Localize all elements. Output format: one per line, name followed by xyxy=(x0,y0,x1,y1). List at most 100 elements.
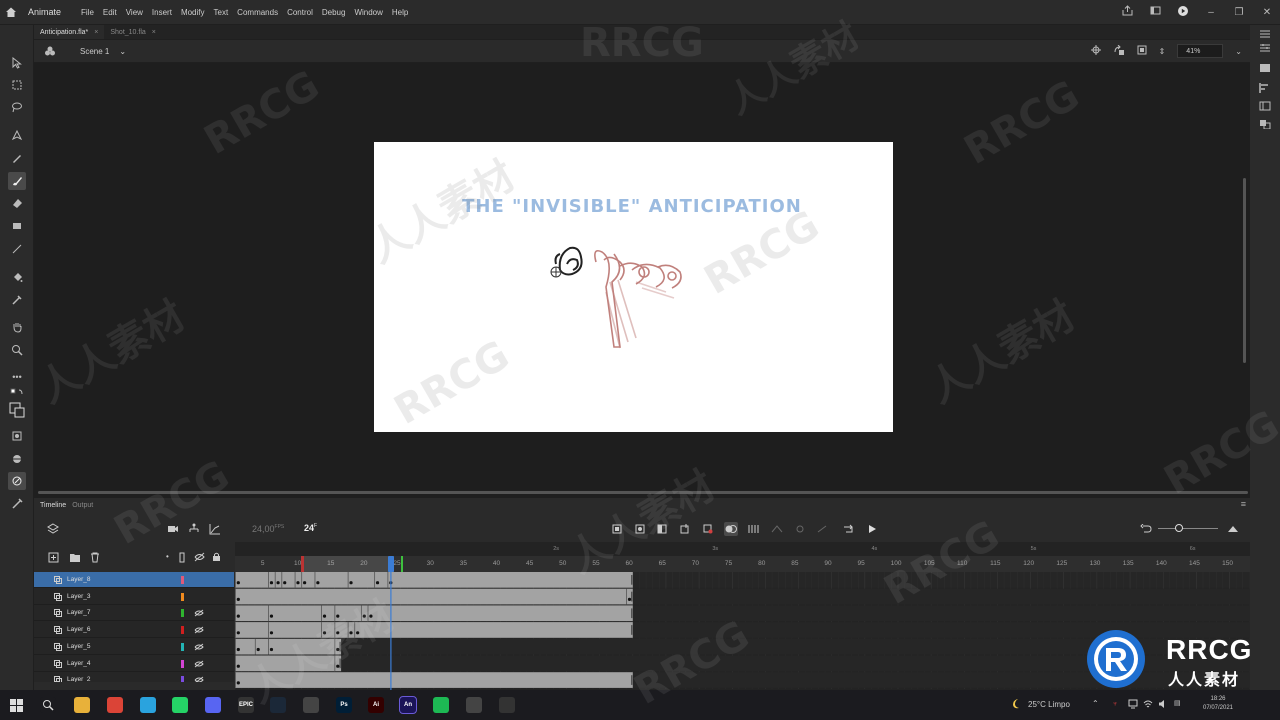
taskbar-clock[interactable]: 18:26 07/07/2021 xyxy=(1198,695,1238,713)
transform-panel-icon[interactable] xyxy=(1259,119,1271,129)
volume-icon[interactable] xyxy=(1158,699,1168,711)
keyframe[interactable] xyxy=(269,614,274,618)
center-stage-icon[interactable] xyxy=(1090,45,1101,57)
menu-view[interactable]: View xyxy=(126,8,143,17)
layer-row[interactable]: Layer_7 xyxy=(34,605,234,622)
keyframe[interactable] xyxy=(362,614,366,618)
layer-row[interactable]: Layer_5 xyxy=(34,639,234,655)
eraser-tool-icon[interactable] xyxy=(8,194,26,212)
panel-menu-icon[interactable]: ≡ xyxy=(1241,499,1246,509)
horizontal-scrollbar[interactable] xyxy=(38,491,1248,494)
menu-commands[interactable]: Commands xyxy=(237,8,278,17)
layer-name[interactable]: Layer_2 xyxy=(67,676,91,682)
krita-icon[interactable] xyxy=(466,697,482,713)
layer-name[interactable]: Layer_3 xyxy=(67,593,91,600)
keyframe[interactable] xyxy=(375,581,380,585)
display-icon[interactable] xyxy=(1128,699,1138,711)
frame-span[interactable] xyxy=(235,572,633,588)
keyframe[interactable] xyxy=(322,614,327,618)
layer-color-swatch[interactable] xyxy=(181,659,184,668)
pencil-tool-icon[interactable] xyxy=(8,149,26,167)
keyframe[interactable] xyxy=(296,581,300,585)
obs-icon[interactable] xyxy=(499,697,515,713)
line-tool-icon[interactable] xyxy=(8,240,26,258)
keyframe[interactable] xyxy=(336,614,340,618)
align-panel-icon[interactable] xyxy=(1259,83,1271,93)
shape-tween-icon[interactable] xyxy=(815,522,829,536)
close-icon[interactable]: × xyxy=(94,29,98,36)
onion-skin-start-marker[interactable] xyxy=(301,556,305,572)
edit-multiple-frames-icon[interactable] xyxy=(747,522,761,536)
layer-color-swatch[interactable] xyxy=(181,592,184,601)
layer-name[interactable]: Layer_7 xyxy=(67,609,91,616)
onion-skin-range[interactable] xyxy=(301,556,395,572)
keyframe[interactable] xyxy=(336,647,340,652)
keyframe[interactable] xyxy=(336,664,340,668)
menu-control[interactable]: Control xyxy=(287,8,313,17)
layer-color-swatch[interactable] xyxy=(181,576,184,584)
library-panel-icon[interactable] xyxy=(1259,43,1271,53)
animate-icon[interactable]: An xyxy=(399,696,417,714)
pen-tool-icon[interactable] xyxy=(8,126,26,144)
frame-ruler[interactable]: 5 10 15 20 25 30 35 40 45 50 55 60 65 70 75 80 85 90 95 100… xyxy=(235,546,1250,572)
assets-panel-icon[interactable] xyxy=(1259,101,1271,111)
restore-button[interactable]: ❐ xyxy=(1232,7,1246,18)
playhead-line[interactable] xyxy=(390,572,392,690)
keyframe[interactable] xyxy=(349,631,353,635)
keyframe[interactable] xyxy=(236,631,240,635)
layer-color-swatch[interactable] xyxy=(181,676,184,682)
keyframe[interactable] xyxy=(236,581,240,585)
frame-span[interactable] xyxy=(235,655,342,672)
illustrator-icon[interactable]: Ai xyxy=(368,697,384,713)
keyframe[interactable] xyxy=(269,581,274,585)
zoom-stepper-icon[interactable]: ⇕ xyxy=(1159,47,1166,56)
layer-row[interactable]: Layer_8 xyxy=(34,572,234,588)
chevron-down-icon[interactable]: ⌄ xyxy=(1235,47,1242,56)
fit-timeline-icon[interactable] xyxy=(1226,522,1240,536)
layer-color-swatch[interactable] xyxy=(181,609,184,618)
spotify-icon[interactable] xyxy=(433,697,449,713)
hidden-eye-icon[interactable] xyxy=(194,609,204,617)
more-tools-icon[interactable]: ••• xyxy=(8,368,26,386)
keyframe[interactable] xyxy=(336,631,340,635)
lock-all-layers-icon[interactable] xyxy=(212,552,221,564)
swap-colors-icon[interactable] xyxy=(8,387,26,397)
new-folder-icon[interactable] xyxy=(69,552,81,565)
keyframe[interactable] xyxy=(236,597,240,601)
undo-icon[interactable] xyxy=(1139,522,1153,536)
lasso-tool-icon[interactable] xyxy=(8,98,26,116)
keyframe[interactable] xyxy=(269,631,274,635)
keyframe[interactable] xyxy=(356,631,360,635)
clear-keyframe-icon[interactable] xyxy=(701,522,715,536)
minimize-button[interactable]: – xyxy=(1204,7,1218,18)
brush-mode-icon[interactable] xyxy=(8,450,26,468)
chevron-down-icon[interactable]: ⌄ xyxy=(119,47,126,56)
zoom-tool-icon[interactable] xyxy=(8,341,26,359)
tab-shot-10[interactable]: Shot_10.fla × xyxy=(104,25,162,39)
fps-display[interactable]: 24,00FPS xyxy=(252,524,284,534)
rotate-view-icon[interactable] xyxy=(1113,44,1125,57)
language-indicator[interactable]: ▤ xyxy=(1174,699,1181,707)
zoom-level-field[interactable]: 41% xyxy=(1177,44,1224,58)
close-button[interactable]: ✕ xyxy=(1260,7,1274,18)
tab-timeline[interactable]: Timeline xyxy=(40,502,66,509)
close-icon[interactable]: × xyxy=(152,29,156,36)
insert-blank-keyframe-icon[interactable] xyxy=(655,522,669,536)
test-movie-icon[interactable] xyxy=(1176,5,1190,20)
network-icon[interactable] xyxy=(1143,699,1153,711)
file-explorer-icon[interactable] xyxy=(74,697,90,713)
object-drawing-icon[interactable] xyxy=(8,427,26,445)
layer-name[interactable]: Layer_6 xyxy=(67,626,91,633)
keyframe[interactable] xyxy=(276,581,280,585)
layer-row[interactable]: Layer_4 xyxy=(34,656,234,672)
stage-canvas[interactable]: THE "INVISIBLE" ANTICIPATION xyxy=(374,142,893,432)
keyframe[interactable] xyxy=(236,614,240,618)
paint-bucket-tool-icon[interactable] xyxy=(8,269,26,287)
graph-icon[interactable] xyxy=(208,522,222,536)
eyedropper-tool-icon[interactable] xyxy=(8,291,26,309)
keyframe[interactable] xyxy=(316,581,320,585)
brush-tool-icon[interactable] xyxy=(8,172,26,190)
discord-icon[interactable] xyxy=(205,697,221,713)
highlight-layers-icon[interactable]: • xyxy=(166,552,169,561)
new-layer-icon[interactable] xyxy=(48,552,59,565)
